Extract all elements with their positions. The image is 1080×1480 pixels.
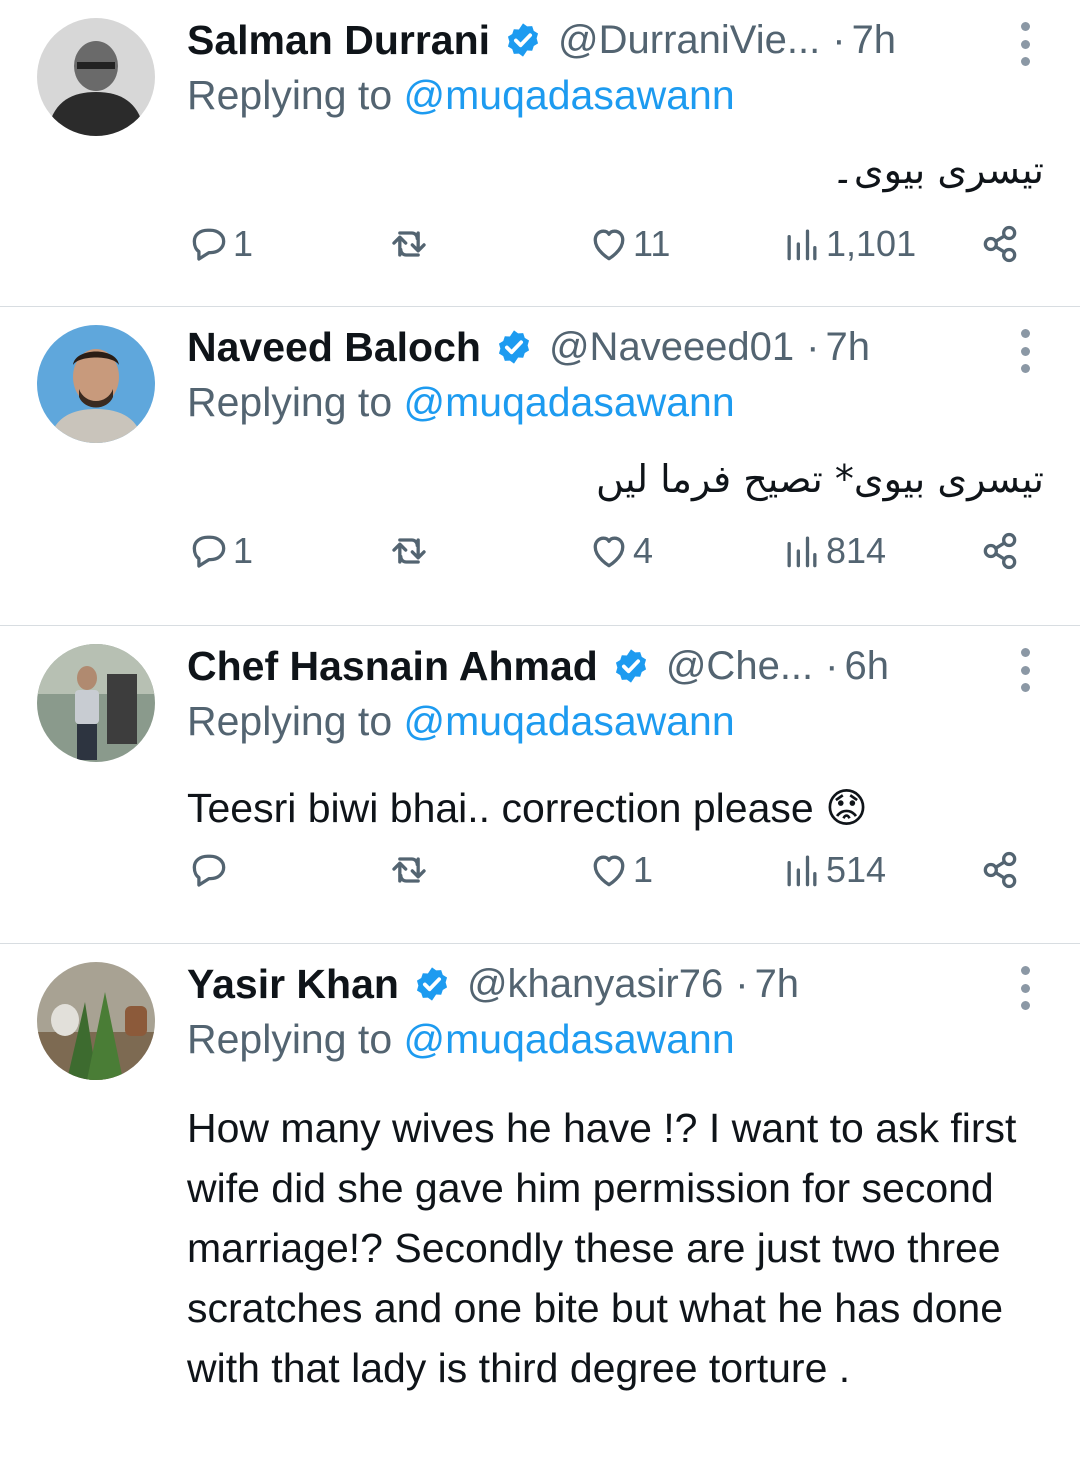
reply-count: 1 — [233, 223, 254, 264]
author-handle[interactable]: @DurraniVie... — [558, 18, 820, 63]
avatar[interactable] — [37, 18, 155, 136]
separator-dot: · — [832, 17, 846, 62]
views-button[interactable]: 814 — [780, 529, 886, 573]
tweet-actions: 1 11 1,101 — [0, 222, 1080, 282]
tweet[interactable]: Naveed Baloch @Naveeed01 · 7h Replying t… — [0, 307, 1080, 626]
avatar[interactable] — [37, 644, 155, 762]
share-icon — [983, 851, 1017, 889]
tweet-text: تیسری بیوی۔ — [831, 148, 1044, 192]
retweet-icon — [392, 857, 426, 883]
replying-to: Replying to @muqadasawann — [187, 1016, 735, 1063]
more-vertical-icon[interactable] — [1018, 648, 1032, 692]
author-handle[interactable]: @khanyasir76 — [467, 962, 723, 1007]
share-icon — [983, 532, 1017, 570]
replying-to: Replying to @muqadasawann — [187, 379, 735, 426]
view-count: 514 — [826, 849, 887, 890]
retweet-icon — [392, 538, 426, 564]
tweet-actions: 1 514 — [0, 848, 1080, 908]
tweet[interactable]: Yasir Khan @khanyasir76 · 7h Replying to… — [0, 944, 1080, 1480]
tweet-header: Chef Hasnain Ahmad @Che... · 6h — [187, 638, 1040, 694]
like-count: 4 — [633, 530, 654, 571]
reply-bubble-icon — [192, 228, 226, 261]
heart-icon — [593, 536, 625, 568]
mention-link[interactable]: @muqadasawann — [404, 1016, 735, 1062]
timestamp[interactable]: 7h — [755, 962, 800, 1007]
replying-label: Replying to — [187, 379, 393, 425]
more-vertical-icon[interactable] — [1018, 22, 1032, 66]
views-button[interactable]: 514 — [780, 848, 886, 892]
replying-label: Replying to — [187, 1016, 393, 1062]
author-name[interactable]: Yasir Khan — [187, 961, 399, 1008]
views-button[interactable]: 1,101 — [780, 222, 916, 266]
share-button[interactable] — [978, 222, 1022, 266]
verified-badge-icon — [413, 965, 451, 1003]
author-name[interactable]: Chef Hasnain Ahmad — [187, 643, 598, 690]
tweet[interactable]: Chef Hasnain Ahmad @Che... · 6h Replying… — [0, 626, 1080, 944]
author-name[interactable]: Salman Durrani — [187, 17, 490, 64]
replying-label: Replying to — [187, 698, 393, 744]
like-count: 11 — [633, 223, 671, 264]
tweet-text: تیسری بیوی* تصیح فرما لیں — [596, 457, 1044, 501]
reply-button[interactable]: 1 — [187, 529, 253, 573]
replying-to: Replying to @muqadasawann — [187, 698, 735, 745]
views-bar-chart-icon — [787, 855, 817, 887]
tweet[interactable]: Salman Durrani @DurraniVie... · 7h Reply… — [0, 0, 1080, 307]
verified-badge-icon — [504, 21, 542, 59]
views-bar-chart-icon — [787, 229, 817, 261]
verified-badge-icon — [495, 328, 533, 366]
mention-link[interactable]: @muqadasawann — [404, 72, 735, 118]
share-icon — [983, 225, 1017, 263]
like-button[interactable]: 4 — [587, 529, 653, 573]
more-vertical-icon[interactable] — [1018, 966, 1032, 1010]
replying-to: Replying to @muqadasawann — [187, 72, 735, 119]
retweet-button[interactable] — [387, 222, 431, 266]
more-vertical-icon[interactable] — [1018, 329, 1032, 373]
retweet-button[interactable] — [387, 848, 431, 892]
heart-icon — [593, 229, 625, 261]
like-button[interactable]: 1 — [587, 848, 653, 892]
tweet-header: Salman Durrani @DurraniVie... · 7h — [187, 12, 1040, 68]
reply-bubble-icon — [192, 535, 226, 568]
reply-button[interactable] — [187, 848, 233, 892]
separator-dot: · — [735, 961, 749, 1006]
views-bar-chart-icon — [787, 536, 817, 568]
mention-link[interactable]: @muqadasawann — [404, 379, 735, 425]
author-name[interactable]: Naveed Baloch — [187, 324, 481, 371]
tweet-actions: 1 4 814 — [0, 529, 1080, 589]
separator-dot: · — [825, 643, 839, 688]
retweet-button[interactable] — [387, 529, 431, 573]
tweet-text: Teesri biwi bhai.. correction please 😟 — [187, 785, 868, 831]
share-button[interactable] — [978, 529, 1022, 573]
view-count: 814 — [826, 530, 887, 571]
avatar[interactable] — [37, 962, 155, 1080]
verified-badge-icon — [612, 647, 650, 685]
view-count: 1,101 — [826, 223, 917, 264]
replying-label: Replying to — [187, 72, 393, 118]
avatar[interactable] — [37, 325, 155, 443]
mention-link[interactable]: @muqadasawann — [404, 698, 735, 744]
timestamp[interactable]: 7h — [826, 325, 871, 370]
heart-icon — [593, 855, 625, 887]
retweet-icon — [392, 231, 426, 257]
tweet-header: Naveed Baloch @Naveeed01 · 7h — [187, 319, 1040, 375]
author-handle[interactable]: @Che... — [666, 644, 813, 689]
separator-dot: · — [806, 324, 820, 369]
timestamp[interactable]: 6h — [844, 644, 889, 689]
reply-count: 1 — [233, 530, 254, 571]
timestamp[interactable]: 7h — [852, 18, 897, 63]
like-count: 1 — [633, 849, 654, 890]
tweet-header: Yasir Khan @khanyasir76 · 7h — [187, 956, 1040, 1012]
like-button[interactable]: 11 — [587, 222, 670, 266]
share-button[interactable] — [978, 848, 1022, 892]
author-handle[interactable]: @Naveeed01 — [549, 325, 794, 370]
tweet-text: How many wives he have !? I want to ask … — [187, 1105, 1017, 1391]
reply-button[interactable]: 1 — [187, 222, 253, 266]
reply-bubble-icon — [192, 854, 226, 887]
